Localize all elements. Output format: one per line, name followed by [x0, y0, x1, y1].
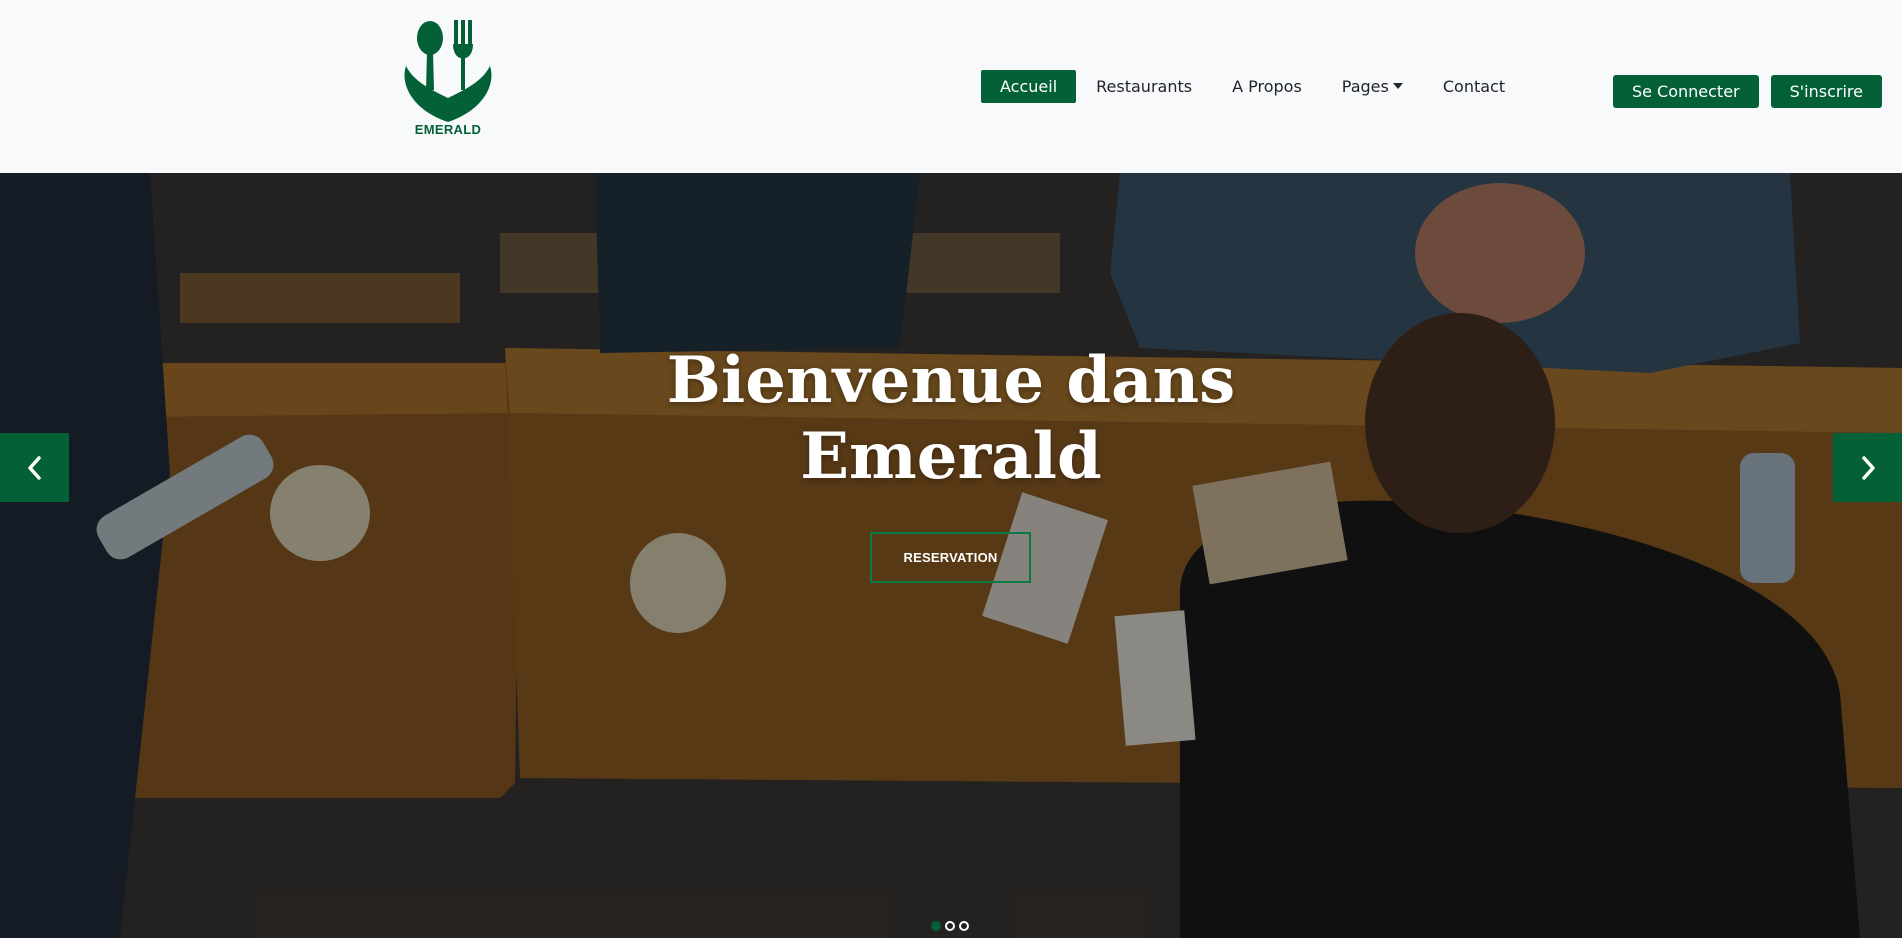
carousel-prev-button[interactable]	[0, 433, 69, 502]
nav-item-accueil[interactable]: Accueil	[981, 70, 1077, 103]
spoon-fork-heart-icon	[404, 20, 492, 122]
hero-title-line-1: Bienvenue dans	[666, 343, 1236, 418]
carousel-indicator-3[interactable]	[959, 921, 969, 931]
main-nav: Accueil Restaurants A Propos Pages Conta…	[981, 70, 1525, 103]
carousel-indicator-1[interactable]	[931, 921, 941, 931]
caret-down-icon	[1392, 83, 1403, 89]
chevron-right-icon	[1861, 455, 1875, 480]
nav-item-pages-label: Pages	[1341, 77, 1389, 96]
nav-item-restaurants[interactable]: Restaurants	[1076, 70, 1212, 103]
hero-title-line-2: Emerald	[800, 419, 1102, 494]
nav-item-contact[interactable]: Contact	[1423, 70, 1525, 103]
brand-name: EMERALD	[414, 122, 482, 137]
brand-logo[interactable]: EMERALD	[398, 18, 498, 142]
chevron-left-icon	[27, 455, 41, 480]
navbar: EMERALD Accueil Restaurants A Propos Pag…	[0, 0, 1902, 173]
nav-item-pages[interactable]: Pages	[1322, 70, 1423, 103]
login-button[interactable]: Se Connecter	[1612, 75, 1759, 108]
hero-carousel: Bienvenue dans Emerald RESERVATION	[0, 173, 1902, 938]
carousel-indicator-2[interactable]	[945, 921, 955, 931]
carousel-next-button[interactable]	[1833, 433, 1902, 502]
auth-buttons: Se Connecter S'inscrire	[1612, 75, 1882, 108]
nav-item-a-propos[interactable]: A Propos	[1212, 70, 1322, 103]
hero-title: Bienvenue dans Emerald	[651, 343, 1251, 495]
carousel-indicators	[931, 921, 969, 931]
reservation-button[interactable]: RESERVATION	[870, 532, 1031, 583]
signup-button[interactable]: S'inscrire	[1770, 75, 1882, 108]
